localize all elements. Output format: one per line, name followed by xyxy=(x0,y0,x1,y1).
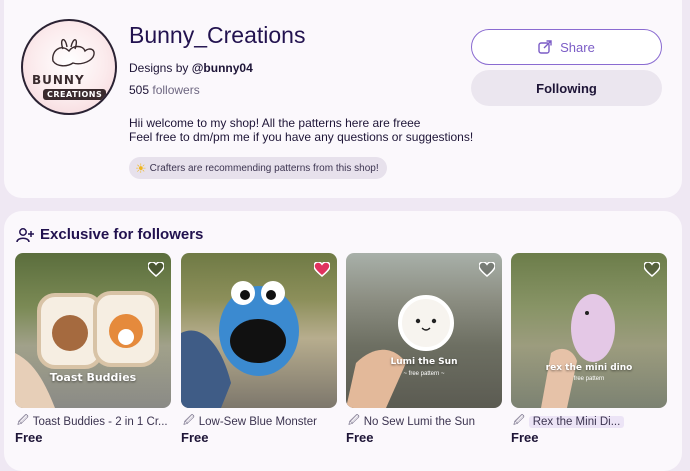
product-card[interactable]: 🖉 Low-Sew Blue Monster Free xyxy=(181,253,337,445)
shop-logo: BUNNY CREATIONS xyxy=(21,19,117,115)
product-card[interactable]: Toast Buddies 🖉 Toast Buddies - 2 in 1 C… xyxy=(15,253,171,445)
product-name[interactable]: 🖉 Rex the Mini Di... xyxy=(513,412,669,431)
product-card[interactable]: Lumi the Sun ~ free pattern ~ 🖉 No Sew L… xyxy=(346,253,502,445)
logo-text: BUNNY xyxy=(32,73,85,87)
share-label: Share xyxy=(560,39,595,55)
product-name[interactable]: 🖉 No Sew Lumi the Sun xyxy=(348,412,504,431)
exclusive-header: Exclusive for followers xyxy=(16,226,203,243)
product-price: Free xyxy=(346,430,374,445)
heart-icon[interactable] xyxy=(147,260,165,278)
shop-bio: Hii welcome to my shop! All the patterns… xyxy=(129,116,473,144)
image-subcaption: ~ free pattern ~ xyxy=(403,371,445,377)
product-name-text: Rex the Mini Di... xyxy=(528,415,625,428)
pattern-link-icon: 🖉 xyxy=(513,415,525,427)
logo-subtext: CREATIONS xyxy=(43,89,107,100)
image-caption: rex the mini dino xyxy=(545,363,633,373)
image-subcaption: free pattern xyxy=(573,376,605,382)
followers-label: followers xyxy=(149,83,200,97)
followers-number: 505 xyxy=(129,83,150,97)
pattern-link-icon: 🖉 xyxy=(183,415,195,427)
bio-line: Feel free to dm/pm me if you have any qu… xyxy=(129,130,474,144)
product-name[interactable]: 🖉 Toast Buddies - 2 in 1 Cr... xyxy=(17,412,173,431)
product-price: Free xyxy=(15,430,43,445)
heart-icon[interactable] xyxy=(478,260,496,278)
product-name-text: No Sew Lumi the Sun xyxy=(363,415,475,428)
following-label: Following xyxy=(536,80,597,96)
sun-icon: ☀ xyxy=(135,160,147,176)
recommend-badge-text: Crafters are recommending patterns from … xyxy=(149,162,379,174)
product-image[interactable]: Lumi the Sun ~ free pattern ~ xyxy=(346,253,502,408)
bio-line: Hii welcome to my shop! All the patterns… xyxy=(129,116,421,130)
image-caption: Lumi the Sun xyxy=(390,357,458,367)
product-name-text: Low-Sew Blue Monster xyxy=(198,415,317,428)
share-icon xyxy=(538,40,552,54)
share-button[interactable]: Share xyxy=(471,29,662,65)
product-price: Free xyxy=(181,430,209,445)
following-button[interactable]: Following xyxy=(471,70,662,106)
recommend-badge: ☀ Crafters are recommending patterns fro… xyxy=(129,157,387,179)
image-caption: Toast Buddies xyxy=(49,371,137,384)
pattern-link-icon: 🖉 xyxy=(348,415,360,427)
product-image[interactable]: Toast Buddies xyxy=(15,253,171,408)
product-card[interactable]: rex the mini dino free pattern 🖉 Rex the… xyxy=(511,253,667,445)
product-image[interactable]: rex the mini dino free pattern xyxy=(511,253,667,408)
designs-by: Designs by @bunny04 xyxy=(129,61,253,75)
product-name[interactable]: 🖉 Low-Sew Blue Monster xyxy=(183,412,339,431)
followers-count: 505 followers xyxy=(129,83,200,97)
exclusive-title: Exclusive for followers xyxy=(40,226,204,243)
product-name-text: Toast Buddies - 2 in 1 Cr... xyxy=(32,415,168,428)
designer-handle-link[interactable]: @bunny04 xyxy=(192,61,253,75)
product-price: Free xyxy=(511,430,539,445)
heart-icon[interactable] xyxy=(643,260,661,278)
heart-icon[interactable] xyxy=(313,260,331,278)
pattern-link-icon: 🖉 xyxy=(17,415,29,427)
shop-title: Bunny_Creations xyxy=(129,22,306,48)
product-image[interactable] xyxy=(181,253,337,408)
designs-by-prefix: Designs by xyxy=(129,61,192,75)
add-user-icon xyxy=(16,227,34,242)
